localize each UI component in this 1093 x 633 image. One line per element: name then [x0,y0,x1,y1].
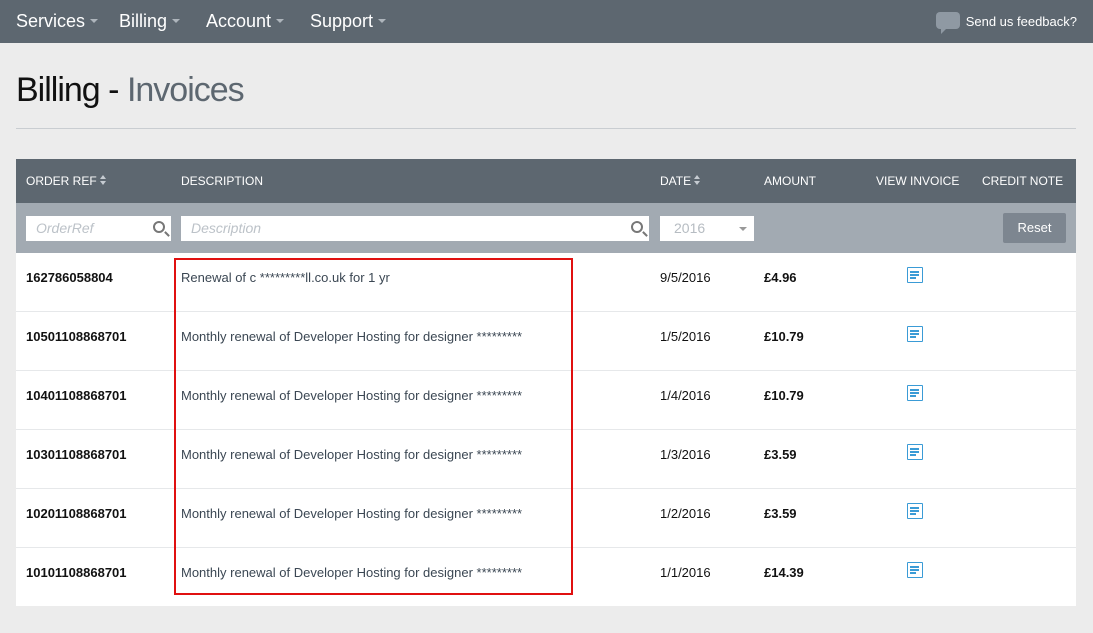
order-ref-cell: 10501108868701 [26,329,127,344]
invoices-table: ORDER REF DESCRIPTION DATE AMOUNT VIEW I… [16,159,1076,606]
divider [16,128,1076,129]
search-icon [631,221,643,233]
view-invoice-icon[interactable] [907,385,923,401]
sort-icon [99,175,108,186]
order-ref-filter-input[interactable]: OrderRef [26,216,171,241]
amount-cell: £4.96 [764,270,797,285]
year-select[interactable]: 2016 [660,216,754,241]
description-cell: Monthly renewal of Developer Hosting for… [181,388,523,403]
description-placeholder: Description [191,220,262,236]
order-ref-cell: 10101108868701 [26,565,127,580]
table-row: 10301108868701 Monthly renewal of Develo… [16,430,1076,489]
page-title-main: Billing - [16,71,119,109]
amount-cell: £3.59 [764,447,797,462]
date-cell: 1/4/2016 [660,388,711,403]
chevron-down-icon [276,19,285,24]
nav-billing-label: Billing [119,11,168,31]
column-header-order-ref[interactable]: ORDER REF [26,159,108,203]
date-cell: 1/5/2016 [660,329,711,344]
column-header-label: ORDER REF [26,174,97,188]
nav-services[interactable]: Services [16,0,99,43]
year-select-value: 2016 [674,220,706,236]
amount-cell: £3.59 [764,506,797,521]
sort-icon [694,175,702,186]
order-ref-placeholder: OrderRef [36,220,94,236]
reset-button[interactable]: Reset [1003,213,1066,243]
column-header-date[interactable]: DATE [660,159,702,203]
nav-billing[interactable]: Billing [119,0,181,43]
feedback-link[interactable]: Send us feedback? [935,12,1077,34]
column-header-amount: AMOUNT [764,174,816,188]
amount-cell: £14.39 [764,565,804,580]
page-title-sub: Invoices [126,71,245,109]
table-row: 10401108868701 Monthly renewal of Develo… [16,371,1076,430]
description-cell: Monthly renewal of Developer Hosting for… [181,565,523,580]
date-cell: 1/3/2016 [660,447,711,462]
chat-bubble-icon [935,12,960,34]
nav-support-label: Support [310,11,374,31]
description-cell: Renewal of c *********ll.co.uk for 1 yr [181,270,390,285]
nav-support[interactable]: Support [310,0,387,43]
chevron-down-icon [739,227,747,231]
date-cell: 1/2/2016 [660,506,711,521]
column-header-description: DESCRIPTION [181,174,264,188]
order-ref-cell: 162786058804 [26,270,113,285]
table-row: 10501108868701 Monthly renewal of Develo… [16,312,1076,371]
search-icon [153,221,165,233]
date-cell: 1/1/2016 [660,565,711,580]
amount-cell: £10.79 [764,329,804,344]
table-row: 10101108868701 Monthly renewal of Develo… [16,548,1076,606]
table-header: ORDER REF DESCRIPTION DATE AMOUNT VIEW I… [16,159,1076,203]
nav-account[interactable]: Account [206,0,285,43]
description-cell: Monthly renewal of Developer Hosting for… [181,506,523,521]
view-invoice-icon[interactable] [907,326,923,342]
chevron-down-icon [172,19,181,24]
table-body: 162786058804 Renewal of c *********ll.co… [16,253,1076,606]
date-cell: 9/5/2016 [660,270,711,285]
description-filter-input[interactable]: Description [181,216,649,241]
column-header-view-invoice: VIEW INVOICE [876,174,960,188]
table-row: 162786058804 Renewal of c *********ll.co… [16,253,1076,312]
chevron-down-icon [90,19,99,24]
feedback-label: Send us feedback? [965,14,1077,29]
amount-cell: £10.79 [764,388,804,403]
filter-row: OrderRef Description 2016 Reset [16,203,1076,253]
order-ref-cell: 10301108868701 [26,447,127,462]
page-title: Billing - Invoices [16,71,245,110]
nav-services-label: Services [16,11,86,31]
description-cell: Monthly renewal of Developer Hosting for… [181,447,523,462]
view-invoice-icon[interactable] [907,503,923,519]
view-invoice-icon[interactable] [907,267,923,283]
view-invoice-icon[interactable] [907,444,923,460]
column-header-credit-note: CREDIT NOTE [982,174,1064,188]
table-row: 10201108868701 Monthly renewal of Develo… [16,489,1076,548]
order-ref-cell: 10401108868701 [26,388,127,403]
column-header-label: DATE [660,174,692,188]
view-invoice-icon[interactable] [907,562,923,578]
chevron-down-icon [378,19,387,24]
order-ref-cell: 10201108868701 [26,506,127,521]
description-cell: Monthly renewal of Developer Hosting for… [181,329,523,344]
top-navigation: Services Billing Account Support Send us… [0,0,1093,43]
nav-account-label: Account [206,11,272,31]
